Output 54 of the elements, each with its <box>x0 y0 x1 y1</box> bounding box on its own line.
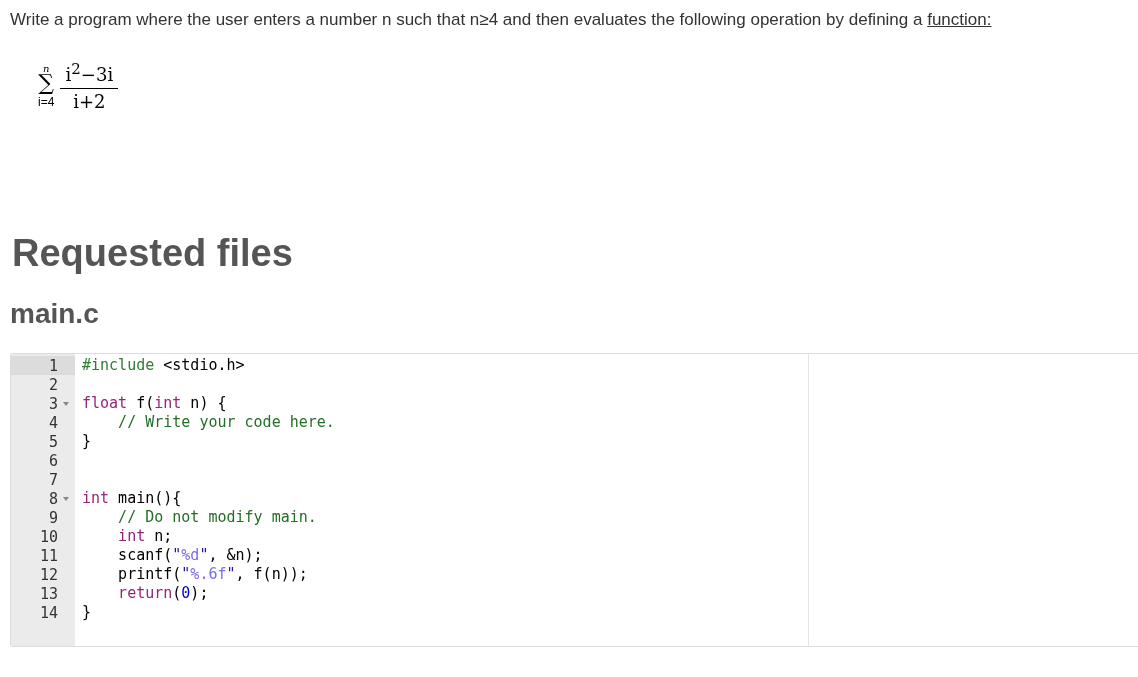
format-token: %.6f <box>190 565 227 583</box>
line-number: 10 <box>39 527 58 546</box>
prompt-text: Write a program where the user enters a number n such that n≥4 and then evaluates the following operation by defining a function: <box>10 9 993 31</box>
numerator: i$^{2}$−3i <box>65 59 114 86</box>
keyword-token: return <box>118 584 173 602</box>
line-number: 3 <box>48 394 58 413</box>
code-comment: // Write your code here. <box>118 413 335 431</box>
format-token: %d <box>181 546 200 564</box>
line-number: 5 <box>48 432 58 451</box>
line-number: 13 <box>39 584 58 603</box>
lower-limit: i=4 <box>38 95 55 108</box>
code-comment: // Do not modify main. <box>118 508 317 526</box>
code-text: printf( <box>118 565 182 583</box>
denominator: i+2 <box>73 91 106 113</box>
code-text: n) { <box>189 394 227 412</box>
section-heading: Requested files <box>12 231 294 275</box>
keyword-token: int <box>118 527 146 545</box>
keyword-token: int <box>154 394 182 412</box>
sigma-symbol: ∑ <box>38 73 55 92</box>
line-number: 4 <box>48 413 58 432</box>
code-text: , &n); <box>208 546 263 564</box>
file-name: main.c <box>10 297 100 331</box>
string-token: " <box>226 565 236 583</box>
code-text: } <box>82 432 92 450</box>
string-token: " <box>199 546 209 564</box>
code-text: f( <box>135 394 155 412</box>
line-number: 2 <box>48 375 58 394</box>
line-number: 6 <box>48 451 58 470</box>
code-text: } <box>82 603 92 621</box>
fold-arrow-icon[interactable] <box>63 401 69 406</box>
code-text: ( <box>172 584 182 602</box>
code-editor[interactable]: 1 2 3 4 5 6 7 8 9 10 11 12 13 14 #include <stdio.h> float f(int n) { // Write your code here. } int main(){ // Do not modify main. int n; scanf("%d", &n); printf("%.6f", f(n)); return(0); } <box>10 353 1138 647</box>
function-link[interactable]: function: <box>927 10 992 29</box>
line-number: 1 <box>48 356 58 375</box>
string-token: " <box>181 565 191 583</box>
code-text: ); <box>190 584 209 602</box>
line-number: 14 <box>39 603 58 622</box>
line-number: 11 <box>39 546 58 565</box>
fold-arrow-icon[interactable] <box>63 496 69 501</box>
code-text: n; <box>153 527 173 545</box>
directive-token: #include <box>82 356 155 374</box>
code-text: , f(n)); <box>235 565 308 583</box>
line-number: 8 <box>48 489 58 508</box>
number-token: 0 <box>181 584 191 602</box>
code-text: scanf( <box>118 546 173 564</box>
upper-limit: n <box>42 63 50 74</box>
code-text: main(){ <box>117 489 182 507</box>
code-text: <stdio.h> <box>162 356 245 374</box>
line-number: 12 <box>39 565 58 584</box>
line-number: 7 <box>48 470 58 489</box>
keyword-token: int <box>82 489 110 507</box>
line-number: 9 <box>48 508 58 527</box>
keyword-token: float <box>82 394 128 412</box>
string-token: " <box>172 546 182 564</box>
